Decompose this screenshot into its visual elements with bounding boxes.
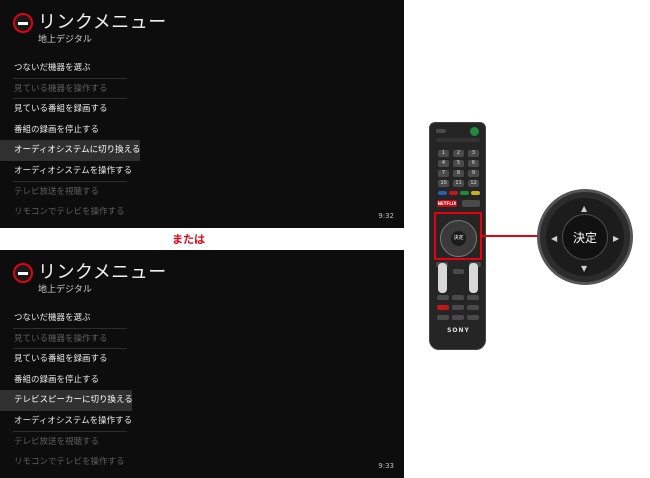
menu-item-operate-device[interactable]: 見ている機器を操作する (13, 329, 127, 350)
num-button-1[interactable]: 1 (438, 150, 449, 157)
next-button[interactable] (467, 315, 479, 320)
record-button[interactable] (437, 305, 449, 310)
menu-button[interactable] (462, 200, 480, 207)
menu-item-record-program[interactable]: 見ている番組を録画する (13, 349, 127, 370)
menu-item-stop-recording[interactable]: 番組の録画を停止する (13, 120, 127, 141)
tv-screen-top: リンクメニュー 地上デジタル つないだ機器を選ぶ 見ている機器を操作する 見てい… (0, 0, 404, 228)
menu-item-select-device[interactable]: つないだ機器を選ぶ (13, 308, 127, 329)
menu-item-operate-device[interactable]: 見ている機器を操作する (13, 79, 127, 100)
arrow-up-icon[interactable]: ▲ (581, 205, 587, 213)
tv-screen-bottom: リンクメニュー 地上デジタル つないだ機器を選ぶ 見ている機器を操作する 見てい… (0, 250, 404, 478)
num-button-2[interactable]: 2 (453, 150, 464, 157)
clock: 9:33 (378, 462, 394, 470)
num-button-3[interactable]: 3 (468, 150, 479, 157)
link-menu: つないだ機器を選ぶ 見ている機器を操作する 見ている番組を録画する 番組の録画を… (0, 308, 133, 473)
num-button-11[interactable]: 11 (453, 180, 464, 187)
link-logo-icon (13, 263, 33, 283)
num-button-7[interactable]: 7 (438, 170, 449, 177)
arrow-right-icon[interactable]: ▶ (613, 235, 619, 243)
menu-item-operate-audio[interactable]: オーディオシステムを操作する (13, 411, 132, 432)
arrow-left-icon[interactable]: ◀ (551, 235, 557, 243)
num-button-8[interactable]: 8 (453, 170, 464, 177)
brand-logo: SONY (447, 327, 470, 334)
or-label: または (172, 233, 205, 246)
menu-item-switch-tv-speaker[interactable]: テレビスピーカーに切り換える (0, 390, 133, 411)
arrow-down-icon[interactable]: ▼ (581, 265, 587, 273)
num-button-6[interactable]: 6 (468, 160, 479, 167)
top-button-row[interactable] (436, 138, 480, 142)
dpad-zoom: ▲ ▼ ◀ ▶ 決定 (537, 189, 633, 285)
menu-item-select-device[interactable]: つないだ機器を選ぶ (13, 58, 127, 79)
menu-item-operate-audio[interactable]: オーディオシステムを操作する (13, 161, 132, 182)
callout-line (482, 235, 538, 237)
menu-item-watch-tv[interactable]: テレビ放送を視聴する (13, 182, 127, 203)
dpad-highlight (434, 212, 482, 260)
link-logo-icon (13, 13, 33, 33)
yellow-button[interactable] (471, 191, 480, 195)
menu-item-switch-audio[interactable]: オーディオシステムに切り換える (0, 140, 140, 161)
link-menu: つないだ機器を選ぶ 見ている機器を操作する 見ている番組を録画する 番組の録画を… (0, 58, 140, 223)
green-button[interactable] (460, 191, 469, 195)
enter-button-zoom[interactable]: 決定 (562, 214, 608, 260)
menu-item-watch-tv[interactable]: テレビ放送を視聴する (13, 432, 127, 453)
channel-rocker[interactable] (469, 263, 478, 293)
num-button-10[interactable]: 10 (438, 180, 449, 187)
clock: 9:32 (378, 212, 394, 220)
info-button[interactable] (452, 315, 464, 320)
power-button[interactable] (470, 127, 479, 136)
forward-button[interactable] (467, 295, 479, 300)
screen-title: リンクメニュー (38, 12, 167, 33)
num-button-5[interactable]: 5 (453, 160, 464, 167)
play-button[interactable] (452, 295, 464, 300)
input-button[interactable] (436, 129, 446, 133)
stop-button[interactable] (467, 305, 479, 310)
screen-title: リンクメニュー (38, 262, 167, 283)
num-button-9[interactable]: 9 (468, 170, 479, 177)
num-button-4[interactable]: 4 (438, 160, 449, 167)
menu-item-remote-control-tv[interactable]: リモコンでテレビを操作する (13, 202, 127, 223)
blue-button[interactable] (438, 191, 447, 195)
menu-item-stop-recording[interactable]: 番組の録画を停止する (13, 370, 127, 391)
screen-subtitle: 地上デジタル (38, 285, 92, 295)
volume-rocker[interactable] (438, 263, 447, 293)
mute-button[interactable] (453, 269, 464, 274)
pause-button[interactable] (452, 305, 464, 310)
screen-subtitle: 地上デジタル (38, 35, 92, 45)
menu-item-record-program[interactable]: 見ている番組を録画する (13, 99, 127, 120)
red-button[interactable] (449, 191, 458, 195)
num-button-12[interactable]: 12 (468, 180, 479, 187)
prev-button[interactable] (437, 315, 449, 320)
netflix-button[interactable]: NETFLIX (437, 200, 457, 207)
rewind-button[interactable] (437, 295, 449, 300)
menu-item-remote-control-tv[interactable]: リモコンでテレビを操作する (13, 452, 127, 473)
